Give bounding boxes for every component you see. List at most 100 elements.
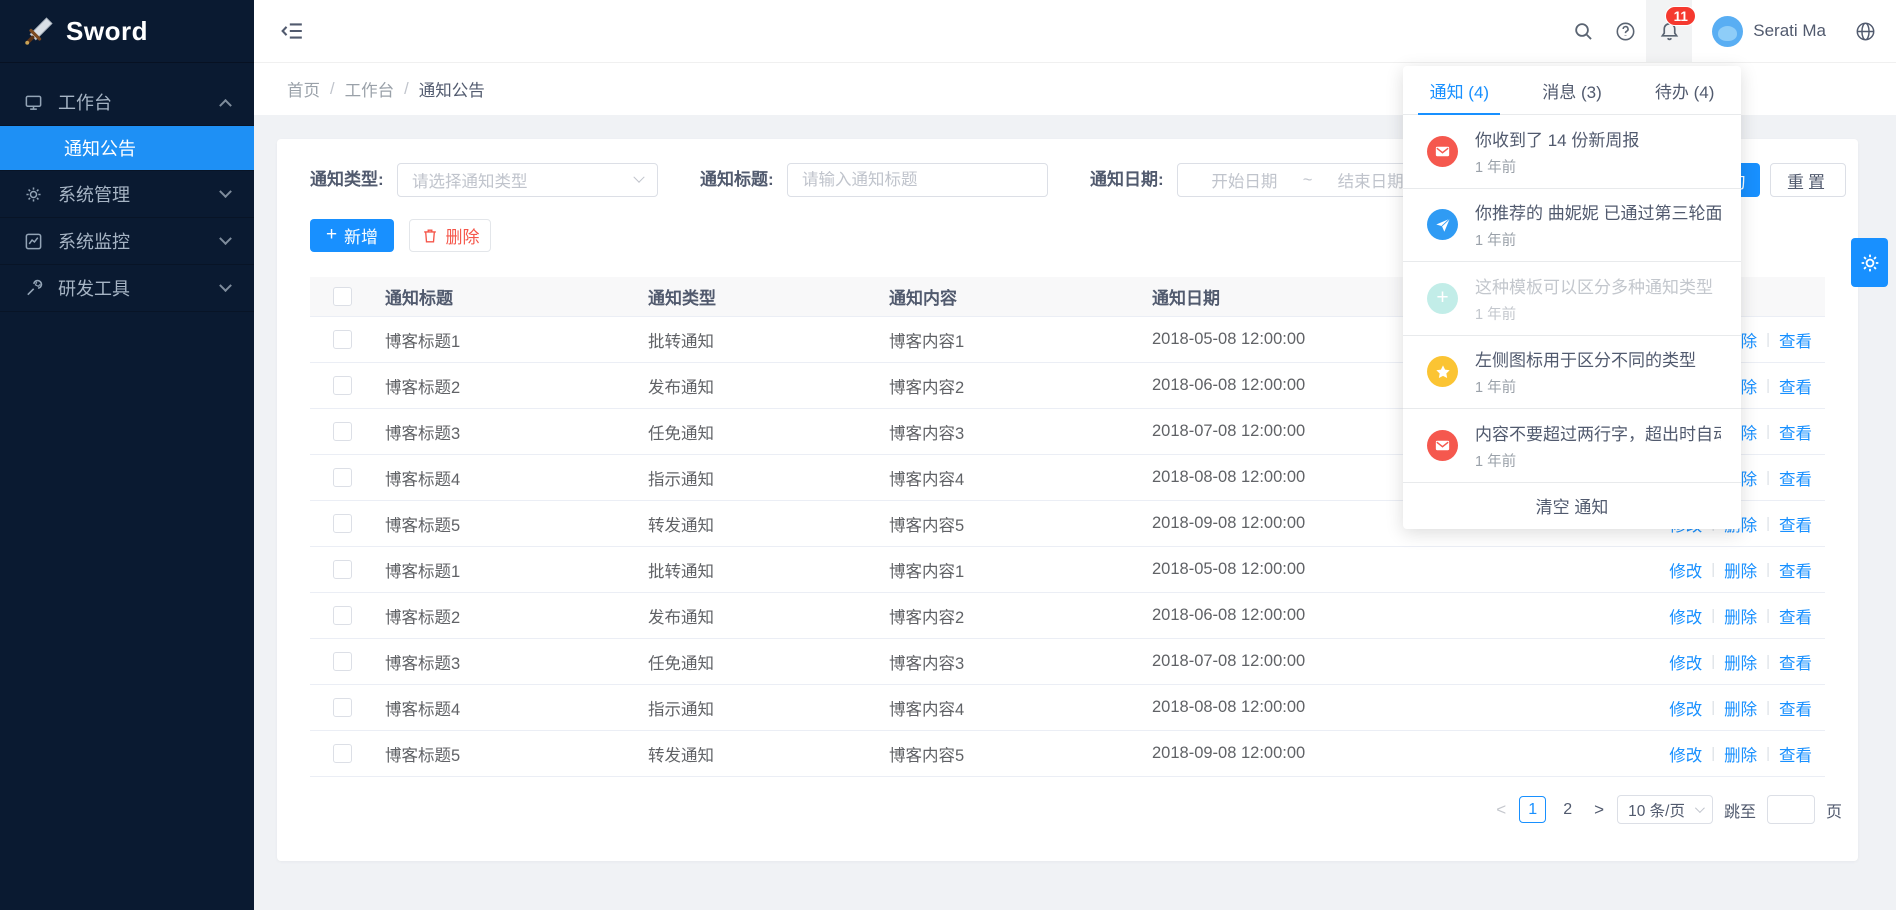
edit-link[interactable]: 修改 bbox=[1669, 650, 1702, 674]
notification-text: 你推荐的 曲妮妮 已通过第三轮面试 1 年前 bbox=[1475, 199, 1721, 250]
view-link[interactable]: 查看 bbox=[1779, 512, 1812, 536]
row-checkbox[interactable] bbox=[333, 468, 352, 487]
sidebar-item-notice[interactable]: 通知公告 bbox=[0, 126, 254, 171]
action-divider: | bbox=[1766, 745, 1770, 762]
notification-type-icon bbox=[1427, 356, 1458, 387]
row-checkbox[interactable] bbox=[333, 652, 352, 671]
cell-title: 博客标题1 bbox=[385, 328, 648, 352]
view-link[interactable]: 查看 bbox=[1779, 328, 1812, 352]
sidebar-item-system-monitor[interactable]: 系统监控 bbox=[0, 218, 254, 265]
row-checkbox[interactable] bbox=[333, 330, 352, 349]
chart-icon bbox=[24, 232, 43, 251]
row-checkbox[interactable] bbox=[333, 422, 352, 441]
sidebar-item-dev-tools[interactable]: 研发工具 bbox=[0, 265, 254, 312]
cell-content: 博客内容2 bbox=[889, 374, 1152, 398]
sidebar-item-label: 系统管理 bbox=[58, 181, 221, 207]
prev-page-button[interactable]: < bbox=[1494, 800, 1508, 820]
gear-icon bbox=[1859, 252, 1881, 274]
date-range-picker[interactable]: 开始日期 ~ 结束日期 bbox=[1177, 163, 1438, 197]
row-checkbox[interactable] bbox=[333, 698, 352, 717]
notice-title-input[interactable] bbox=[788, 164, 1047, 196]
row-checkbox[interactable] bbox=[333, 560, 352, 579]
user-name: Serati Ma bbox=[1753, 21, 1826, 41]
star-icon bbox=[1434, 363, 1452, 381]
plus-icon: + bbox=[1436, 287, 1448, 308]
cell-type: 批转通知 bbox=[648, 328, 889, 352]
delete-button[interactable]: 删除 bbox=[409, 219, 491, 252]
edit-link[interactable]: 修改 bbox=[1669, 742, 1702, 766]
view-link[interactable]: 查看 bbox=[1779, 650, 1812, 674]
sidebar-item-workbench[interactable]: 工作台 bbox=[0, 79, 254, 126]
collapse-sidebar-button[interactable] bbox=[280, 19, 304, 43]
breadcrumb-workbench[interactable]: 工作台 bbox=[345, 77, 395, 101]
chevron-down-icon bbox=[219, 279, 232, 292]
notification-time: 1 年前 bbox=[1475, 450, 1721, 471]
edit-link[interactable]: 修改 bbox=[1669, 604, 1702, 628]
notification-item[interactable]: 你收到了 14 份新周报 1 年前 bbox=[1403, 115, 1741, 189]
view-link[interactable]: 查看 bbox=[1779, 466, 1812, 490]
sidebar-item-system-admin[interactable]: 系统管理 bbox=[0, 171, 254, 218]
notification-item[interactable]: + 这种模板可以区分多种通知类型 1 年前 bbox=[1403, 262, 1741, 336]
cell-date: 2018-08-08 12:00:00 bbox=[1152, 698, 1611, 717]
page-size-select[interactable]: 10 条/页 bbox=[1617, 795, 1713, 824]
theme-settings-button[interactable] bbox=[1851, 238, 1888, 287]
remove-link[interactable]: 删除 bbox=[1724, 742, 1757, 766]
row-checkbox[interactable] bbox=[333, 514, 352, 533]
notice-type-select[interactable]: 请选择通知类型 bbox=[397, 163, 658, 197]
view-link[interactable]: 查看 bbox=[1779, 604, 1812, 628]
notification-list: 你收到了 14 份新周报 1 年前 你推荐的 曲妮妮 已通过第三轮面试 bbox=[1403, 115, 1741, 483]
view-link[interactable]: 查看 bbox=[1779, 558, 1812, 582]
jump-label: 跳至 bbox=[1724, 798, 1756, 822]
language-globe-icon[interactable] bbox=[1842, 0, 1888, 62]
remove-link[interactable]: 删除 bbox=[1724, 696, 1757, 720]
breadcrumb-current: 通知公告 bbox=[419, 77, 485, 101]
action-divider: | bbox=[1766, 331, 1770, 348]
table-row: 博客标题4 指示通知 博客内容4 2018-08-08 12:00:00 修改 … bbox=[310, 685, 1825, 731]
delete-button-label: 删除 bbox=[446, 223, 480, 248]
table-row: 博客标题3 任免通知 博客内容3 2018-07-08 12:00:00 修改 … bbox=[310, 639, 1825, 685]
row-checkbox[interactable] bbox=[333, 376, 352, 395]
view-link[interactable]: 查看 bbox=[1779, 742, 1812, 766]
cell-date: 2018-09-08 12:00:00 bbox=[1152, 744, 1611, 763]
filter-date-label: 通知日期: bbox=[1090, 163, 1164, 197]
notifications-bell-button[interactable]: 11 bbox=[1646, 0, 1692, 62]
remove-link[interactable]: 删除 bbox=[1724, 650, 1757, 674]
view-link[interactable]: 查看 bbox=[1779, 374, 1812, 398]
cell-content: 博客内容5 bbox=[889, 512, 1152, 536]
app-logo[interactable]: Sword bbox=[0, 0, 254, 63]
page-number-button[interactable]: 1 bbox=[1519, 796, 1546, 823]
next-page-button[interactable]: > bbox=[1592, 800, 1606, 820]
table-row: 博客标题1 批转通知 博客内容1 2018-05-08 12:00:00 修改 … bbox=[310, 547, 1825, 593]
cell-type: 指示通知 bbox=[648, 466, 889, 490]
help-icon[interactable] bbox=[1604, 0, 1646, 62]
row-checkbox[interactable] bbox=[333, 606, 352, 625]
add-button[interactable]: + 新增 bbox=[310, 219, 394, 252]
breadcrumb-home[interactable]: 首页 bbox=[287, 77, 320, 101]
view-link[interactable]: 查看 bbox=[1779, 696, 1812, 720]
notification-tab[interactable]: 通知 (4) bbox=[1403, 66, 1516, 114]
action-divider: | bbox=[1711, 653, 1715, 670]
cell-type: 发布通知 bbox=[648, 604, 889, 628]
notification-item[interactable]: 内容不要超过两行字，超出时自动截断 1 年前 bbox=[1403, 409, 1741, 483]
page-number-button[interactable]: 2 bbox=[1554, 796, 1581, 823]
chevron-down-icon bbox=[633, 172, 644, 183]
cell-content: 博客内容3 bbox=[889, 650, 1152, 674]
row-actions: 修改 | 删除 | 查看 bbox=[1611, 696, 1825, 720]
remove-link[interactable]: 删除 bbox=[1724, 558, 1757, 582]
notification-tab[interactable]: 消息 (3) bbox=[1516, 66, 1629, 114]
search-icon[interactable] bbox=[1562, 0, 1604, 62]
notification-item[interactable]: 你推荐的 曲妮妮 已通过第三轮面试 1 年前 bbox=[1403, 189, 1741, 263]
edit-link[interactable]: 修改 bbox=[1669, 558, 1702, 582]
row-checkbox[interactable] bbox=[333, 744, 352, 763]
notification-tab[interactable]: 待办 (4) bbox=[1628, 66, 1741, 114]
user-menu[interactable]: Serati Ma bbox=[1692, 0, 1842, 62]
row-actions: 修改 | 删除 | 查看 bbox=[1611, 650, 1825, 674]
view-link[interactable]: 查看 bbox=[1779, 420, 1812, 444]
select-all-checkbox[interactable] bbox=[333, 287, 352, 306]
jump-page-input[interactable] bbox=[1767, 795, 1815, 824]
reset-button[interactable]: 重置 bbox=[1770, 163, 1846, 197]
clear-notifications-button[interactable]: 清空 通知 bbox=[1403, 483, 1741, 529]
edit-link[interactable]: 修改 bbox=[1669, 696, 1702, 720]
notification-item[interactable]: 左侧图标用于区分不同的类型 1 年前 bbox=[1403, 336, 1741, 410]
remove-link[interactable]: 删除 bbox=[1724, 604, 1757, 628]
